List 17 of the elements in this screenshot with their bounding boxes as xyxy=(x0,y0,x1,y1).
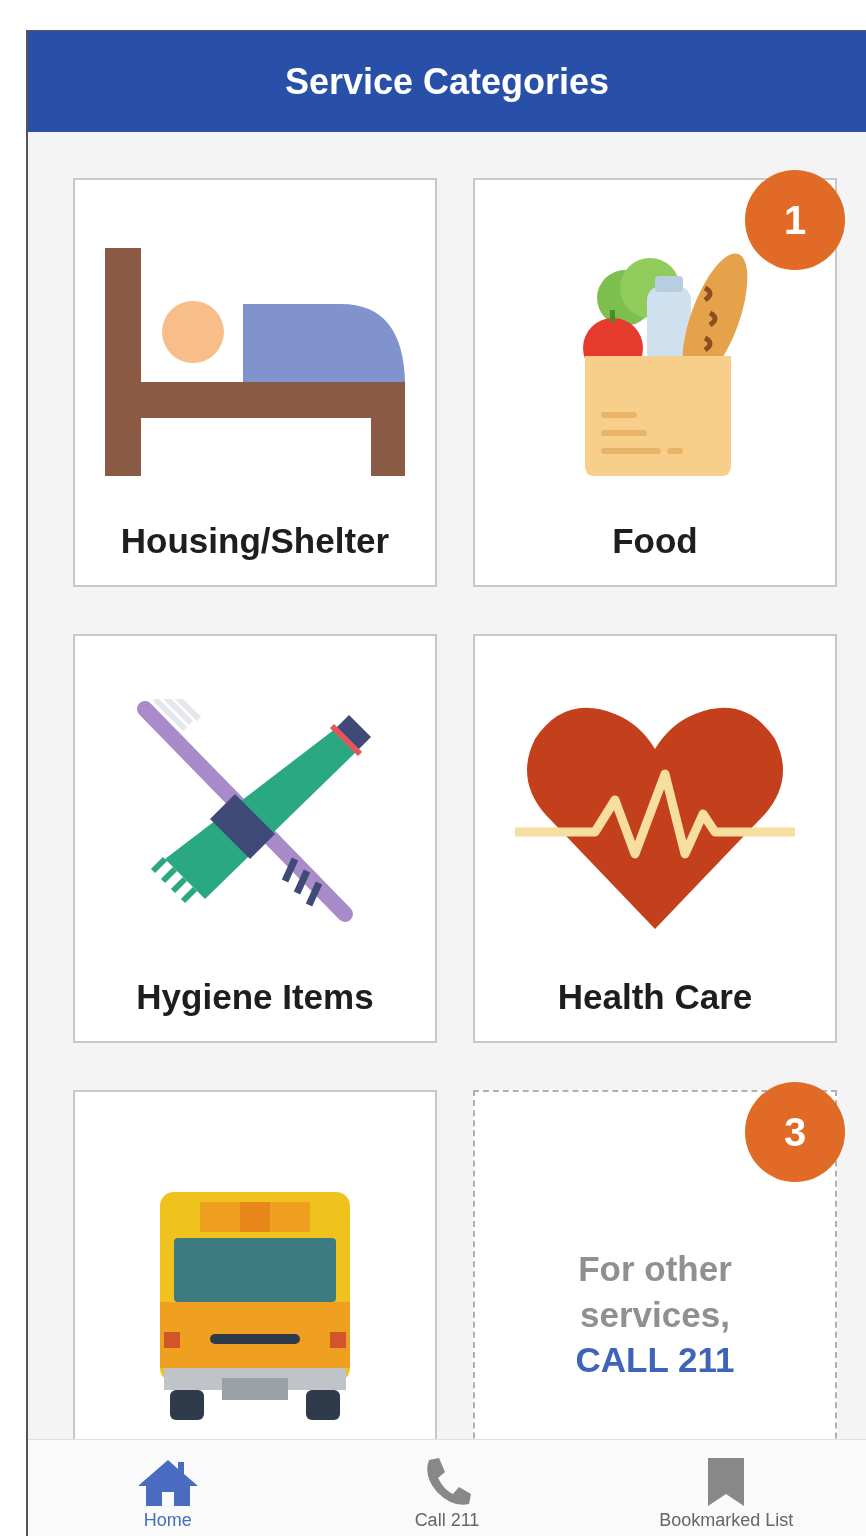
category-card[interactable]: Housing/Shelter xyxy=(73,178,437,587)
header-title: Service Categories xyxy=(284,60,610,103)
call-link[interactable]: CALL 211 xyxy=(575,1340,735,1380)
nav-tab[interactable]: Home xyxy=(28,1440,308,1536)
bed-icon xyxy=(105,247,405,478)
nav-tab[interactable]: Call 211 xyxy=(307,1440,587,1536)
category-label: Housing/Shelter xyxy=(120,521,390,562)
home-icon xyxy=(137,1458,198,1506)
category-label: Hygiene Items xyxy=(136,977,374,1018)
category-card[interactable]: Hygiene Items xyxy=(73,634,437,1043)
nav-tab[interactable]: Bookmarked List xyxy=(586,1440,866,1536)
bus-icon xyxy=(160,1191,350,1422)
category-label: Food xyxy=(612,521,698,562)
category-label: Health Care xyxy=(557,977,753,1018)
bookmark-icon xyxy=(708,1458,745,1506)
category-card[interactable]: Health Care xyxy=(473,634,837,1043)
info-text: For other services, CALL 211 xyxy=(574,1248,736,1382)
